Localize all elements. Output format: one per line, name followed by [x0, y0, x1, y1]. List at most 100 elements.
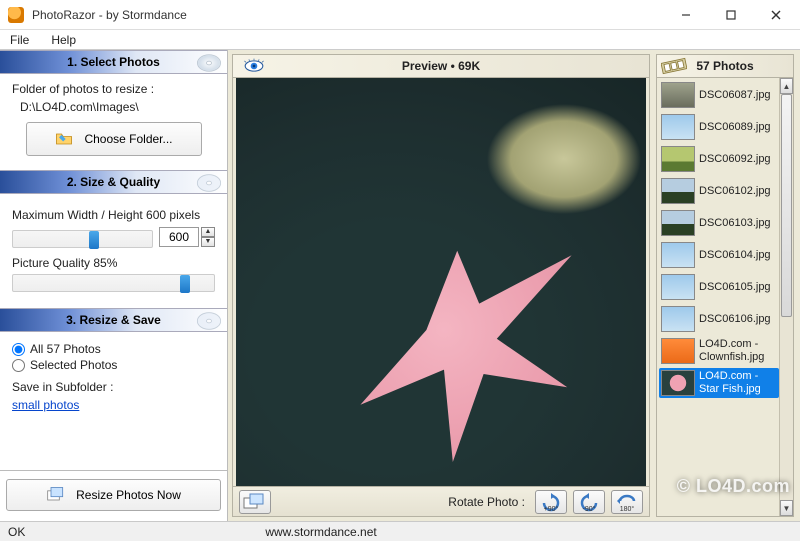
thumbnail-image [661, 114, 695, 140]
scroll-up[interactable]: ▲ [780, 78, 793, 94]
menu-help[interactable]: Help [47, 31, 80, 49]
svg-text:+90°: +90° [544, 505, 559, 513]
section1-header: 1. Select Photos [0, 50, 227, 74]
section1-title: 1. Select Photos [67, 55, 160, 69]
radio-all-label: All 57 Photos [30, 342, 101, 356]
section2-header: 2. Size & Quality [0, 170, 227, 194]
thumbnail-label: LO4D.com - Clownfish.jpg [699, 338, 777, 363]
folder-icon [54, 129, 74, 149]
thumbnail-image [661, 274, 695, 300]
thumbnail-row[interactable]: DSC06105.jpg [659, 272, 779, 302]
close-button[interactable] [753, 1, 798, 29]
thumbnail-image [661, 242, 695, 268]
scroll-down[interactable]: ▼ [780, 500, 793, 516]
section2-title: 2. Size & Quality [67, 175, 160, 189]
thumbnail-image [661, 146, 695, 172]
quality-label: Picture Quality 85% [12, 256, 215, 270]
section3-body: All 57 Photos Selected Photos Save in Su… [0, 332, 227, 470]
watermark: © LO4D.com [677, 476, 790, 497]
thumbnail-row[interactable]: DSC06104.jpg [659, 240, 779, 270]
menu-bar: File Help [0, 30, 800, 50]
thumbnail-row[interactable]: DSC06089.jpg [659, 112, 779, 142]
max-size-input[interactable] [159, 227, 199, 247]
max-size-label: Maximum Width / Height 600 pixels [12, 208, 215, 222]
thumbnail-count: 57 Photos [696, 59, 753, 73]
thumbnail-list[interactable]: DSC06087.jpg DSC06089.jpg DSC06092.jpg DSC0… [656, 78, 794, 517]
thumbnail-row[interactable]: LO4D.com - Clownfish.jpg [659, 336, 779, 366]
thumbnail-image [661, 178, 695, 204]
quality-slider[interactable] [12, 274, 215, 292]
starfish-shape [356, 242, 576, 462]
filmstrip-icon [661, 57, 687, 75]
app-icon [8, 7, 24, 23]
thumbnail-label: DSC06089.jpg [699, 121, 771, 134]
thumbnail-row[interactable]: DSC06092.jpg [659, 144, 779, 174]
thumbnail-image [661, 82, 695, 108]
thumbnail-row[interactable]: DSC06087.jpg [659, 80, 779, 110]
scroll-thumb[interactable] [781, 94, 792, 317]
radio-selected-row[interactable]: Selected Photos [12, 358, 215, 372]
cd-icon [187, 173, 221, 193]
rotate-plus90-button[interactable]: +90° [535, 490, 567, 514]
preview-footer: Rotate Photo : +90° -90° 180° [232, 487, 650, 517]
spin-up[interactable]: ▲ [201, 227, 215, 237]
svg-text:-90°: -90° [583, 505, 596, 513]
thumbnail-label: DSC06105.jpg [699, 281, 771, 294]
subfolder-link[interactable]: small photos [12, 398, 79, 412]
window-title: PhotoRazor - by Stormdance [32, 8, 663, 22]
thumbnail-row[interactable]: DSC06106.jpg [659, 304, 779, 334]
preview-image [236, 78, 646, 487]
thumbnail-panel: 57 Photos DSC06087.jpgDSC06089.jpgDSC060… [654, 50, 800, 521]
thumbnail-scrollbar[interactable]: ▲ ▼ [779, 78, 793, 516]
status-website: www.stormdance.net [265, 525, 376, 539]
section2-body: Maximum Width / Height 600 pixels ▲ ▼ [0, 194, 227, 308]
cd-icon [187, 53, 221, 73]
section1-body: Folder of photos to resize : D:\LO4D.com… [0, 74, 227, 170]
thumbnail-label: DSC06102.jpg [699, 185, 771, 198]
thumbnail-image [661, 306, 695, 332]
thumbnail-label: DSC06092.jpg [699, 153, 771, 166]
status-bar: OK www.stormdance.net [0, 521, 800, 541]
preview-panel: Preview • 69K Rotate Photo : +90° -90° 1… [228, 50, 654, 521]
section3-title: 3. Resize & Save [66, 313, 161, 327]
thumbnail-label: DSC06106.jpg [699, 313, 771, 326]
rotate-minus90-button[interactable]: -90° [573, 490, 605, 514]
thumbnail-label: DSC06103.jpg [699, 217, 771, 230]
maximize-button[interactable] [708, 1, 753, 29]
radio-all[interactable] [12, 343, 25, 356]
folder-label: Folder of photos to resize : [12, 82, 215, 96]
thumbnail-toggle-button[interactable] [239, 490, 271, 514]
preview-header-text: Preview • 69K [402, 59, 480, 73]
radio-selected[interactable] [12, 359, 25, 372]
resize-photos-button[interactable]: Resize Photos Now [6, 479, 221, 511]
main-content: 1. Select Photos Folder of photos to res… [0, 50, 800, 521]
thumbnail-label: DSC06087.jpg [699, 89, 771, 102]
svg-text:180°: 180° [620, 505, 635, 513]
thumbnail-label: DSC06104.jpg [699, 249, 771, 262]
preview-area [232, 78, 650, 487]
minimize-button[interactable] [663, 1, 708, 29]
menu-file[interactable]: File [6, 31, 33, 49]
titlebar: PhotoRazor - by Stormdance [0, 0, 800, 30]
spin-down[interactable]: ▼ [201, 237, 215, 247]
folder-path: D:\LO4D.com\Images\ [20, 100, 215, 114]
resize-photos-label: Resize Photos Now [76, 488, 181, 502]
cd-icon [187, 311, 221, 331]
max-size-slider[interactable] [12, 230, 153, 248]
photos-icon [46, 485, 66, 505]
radio-all-row[interactable]: All 57 Photos [12, 342, 215, 356]
thumbnail-image [661, 338, 695, 364]
thumbnail-row[interactable]: LO4D.com - Star Fish.jpg [659, 368, 779, 398]
choose-folder-button[interactable]: Choose Folder... [26, 122, 202, 156]
rotate-180-button[interactable]: 180° [611, 490, 643, 514]
eye-icon [243, 58, 265, 74]
radio-selected-label: Selected Photos [30, 358, 117, 372]
status-text: OK [8, 525, 25, 539]
thumbnail-row[interactable]: DSC06103.jpg [659, 208, 779, 238]
rotate-label: Rotate Photo : [448, 495, 525, 509]
choose-folder-label: Choose Folder... [84, 132, 172, 146]
thumbnail-row[interactable]: DSC06102.jpg [659, 176, 779, 206]
preview-header: Preview • 69K [232, 54, 650, 78]
subfolder-label: Save in Subfolder : [12, 380, 215, 394]
section3-header: 3. Resize & Save [0, 308, 227, 332]
